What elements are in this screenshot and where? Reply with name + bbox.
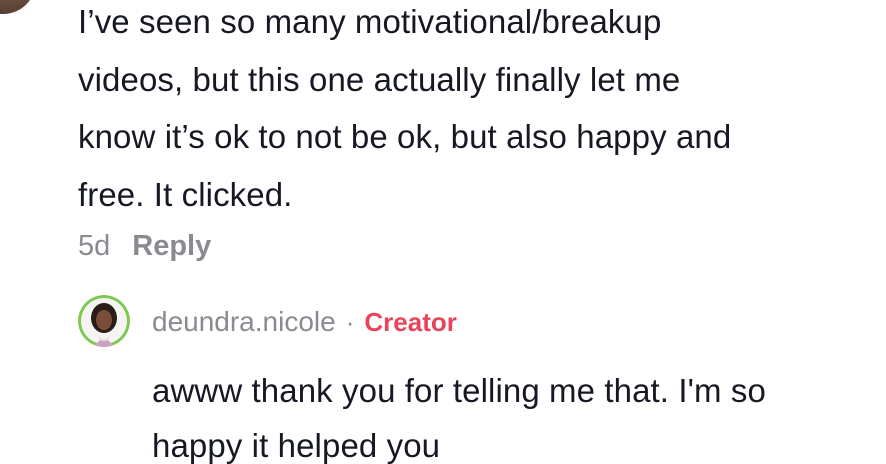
- reply-text: awww thank you for telling me that. I'm …: [152, 363, 872, 464]
- reply-author-name[interactable]: deundra.nicole: [152, 306, 336, 338]
- comment-meta: 5d Reply: [78, 226, 211, 266]
- comment-timestamp: 5d: [78, 229, 111, 262]
- comment-text: I’ve seen so many motivational/breakup vi…: [78, 0, 868, 223]
- reply-author-row: deundra.nicole · Creator: [152, 302, 457, 342]
- creator-avatar-image: [78, 295, 130, 347]
- creator-badge: Creator: [364, 306, 457, 337]
- comment-line: I’ve seen so many motivational/breakup: [78, 3, 662, 40]
- comment-thread: I’ve seen so many motivational/breakup vi…: [0, 0, 886, 464]
- comment-line: know it’s ok to not be ok, but also happ…: [78, 118, 732, 155]
- reply-button[interactable]: Reply: [132, 230, 211, 263]
- separator-dot: ·: [345, 306, 355, 337]
- reply-line: happy it helped you: [152, 427, 441, 464]
- creator-avatar[interactable]: [78, 295, 130, 347]
- reply-line: awww thank you for telling me that. I'm …: [152, 372, 766, 409]
- comment-line: videos, but this one actually finally le…: [78, 60, 681, 98]
- commenter-avatar[interactable]: [0, 0, 36, 14]
- comment-line: free. It clicked.: [78, 175, 293, 213]
